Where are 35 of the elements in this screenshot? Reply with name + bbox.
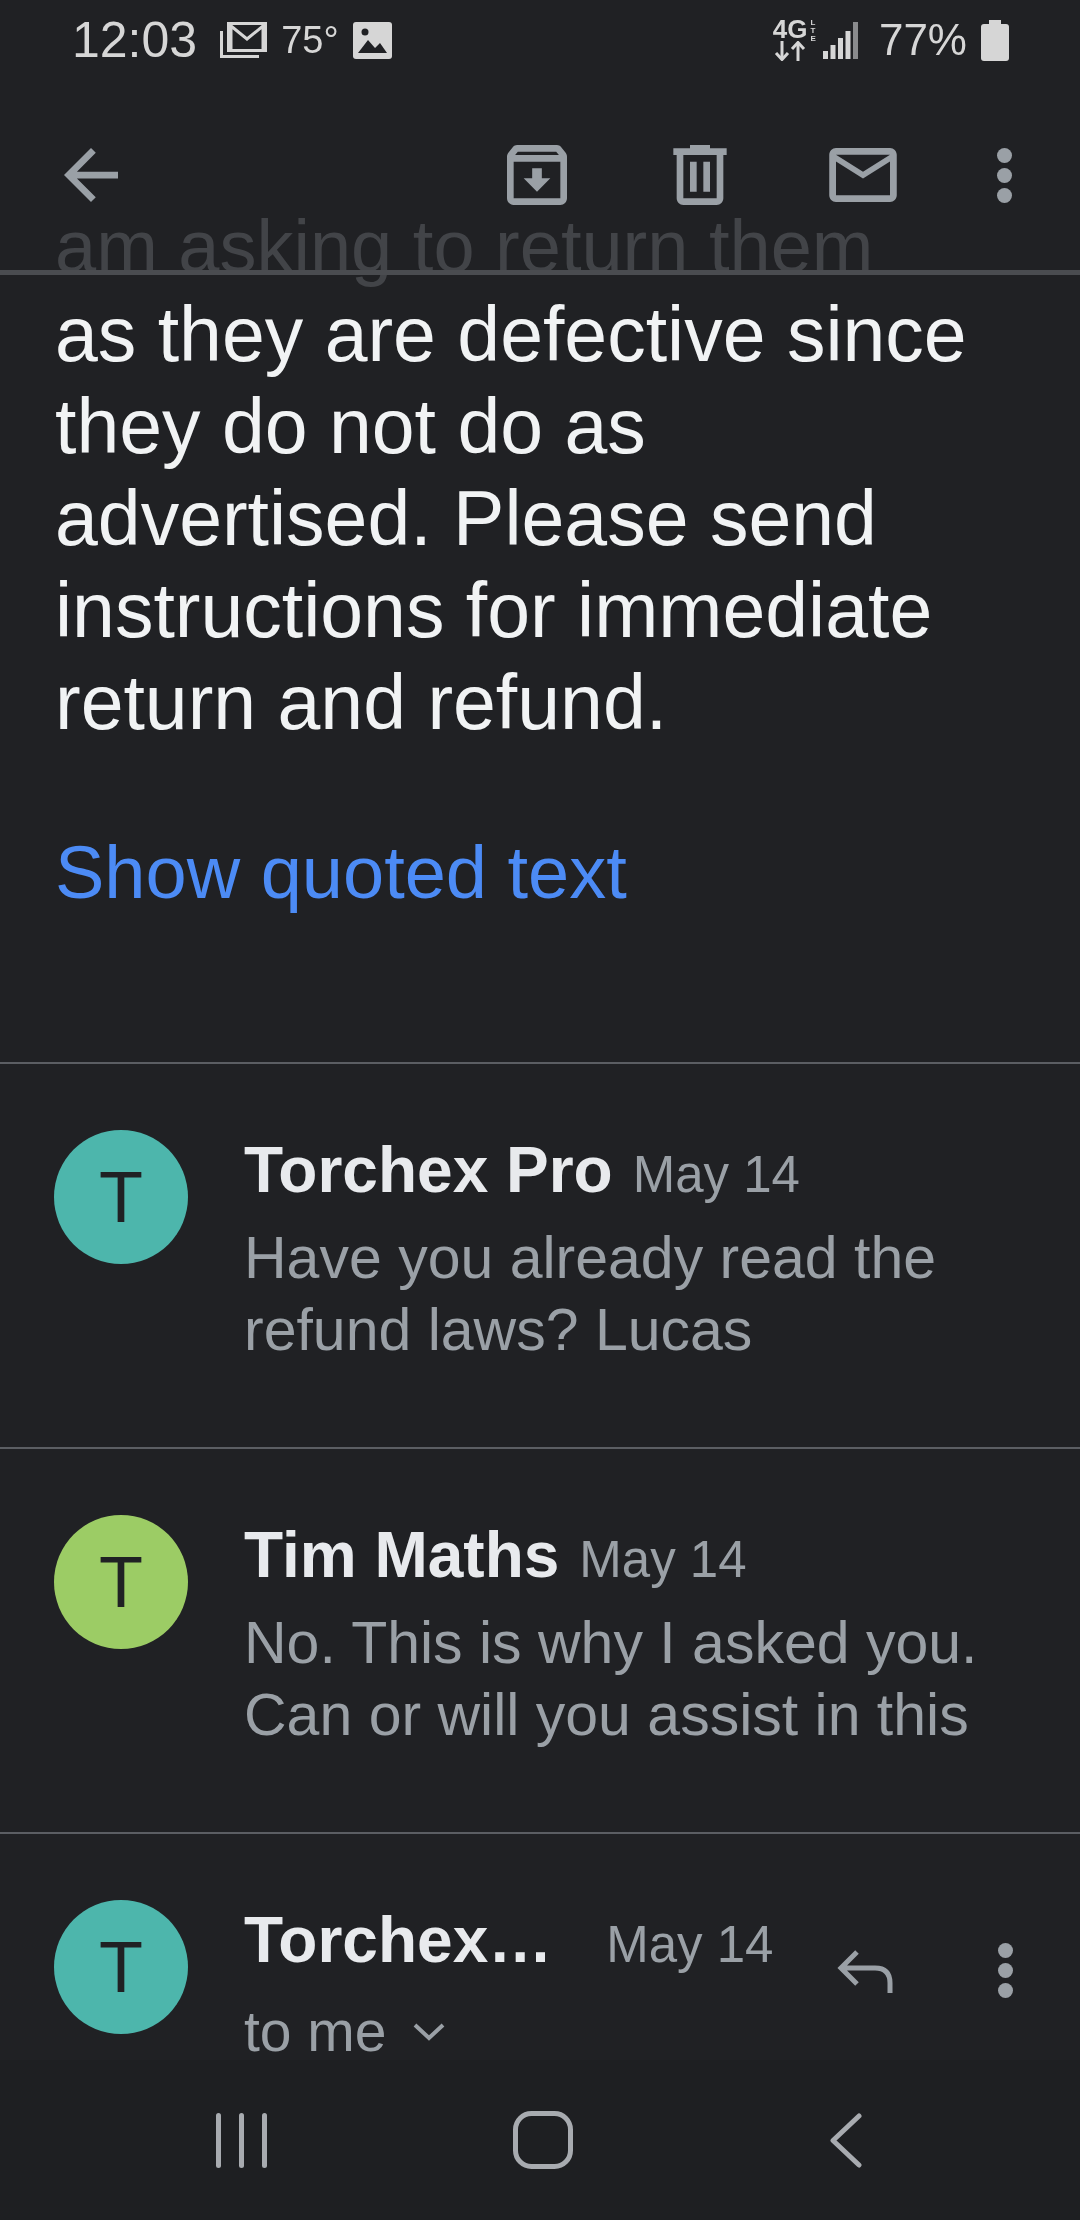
- up-down-arrows-icon: [772, 41, 807, 61]
- envelope-icon: [829, 148, 897, 202]
- message-snippet: Have you already read the refund laws? Lucas: [244, 1224, 938, 1365]
- sender-name: Torchex Pro: [244, 1134, 613, 1206]
- status-time: 12:03: [72, 12, 198, 68]
- three-vertical-lines-icon[interactable]: [216, 2112, 267, 2168]
- recipients-toggle[interactable]: to me: [244, 2006, 446, 2056]
- network-type: 4G: [772, 19, 808, 40]
- three-dots-icon: [997, 1942, 1013, 1998]
- reply-arrow-icon: [835, 1947, 895, 1993]
- network-detail: LTE: [810, 19, 815, 43]
- box-down-arrow-icon: [507, 145, 567, 205]
- signal-bars-icon: [822, 21, 859, 59]
- envelope-stack-icon: [219, 21, 268, 59]
- message-date: May 14: [606, 1916, 774, 1973]
- battery-percent: 77%: [878, 15, 967, 65]
- three-dots-icon: [996, 147, 1012, 203]
- sender-name: Torchex…: [244, 1904, 553, 1976]
- rounded-square-icon[interactable]: [513, 2111, 573, 2169]
- avatar: T: [54, 1900, 188, 2034]
- sender-name: Tim Maths: [244, 1519, 560, 1591]
- message-snippet: No. This is why I asked you. Can or will you assist in this: [244, 1609, 979, 1750]
- left-arrow-icon: [64, 148, 118, 202]
- chevron-down-icon: [411, 2021, 446, 2041]
- message-date: May 14: [632, 1146, 800, 1203]
- show-quoted-text-link[interactable]: Show quoted text: [55, 827, 627, 919]
- avatar: T: [54, 1130, 188, 1264]
- avatar: T: [54, 1515, 188, 1649]
- message-date: May 14: [579, 1531, 747, 1588]
- message-body-text: as they are defective since they do not do as advertised. Please send instructions for immediate return and refund.: [55, 290, 968, 747]
- left-chevron-icon[interactable]: [828, 2112, 862, 2168]
- trash-can-icon: [673, 145, 727, 205]
- picture-icon: [352, 21, 392, 59]
- battery-icon: [981, 19, 1009, 61]
- temperature-text: 75°: [281, 18, 339, 62]
